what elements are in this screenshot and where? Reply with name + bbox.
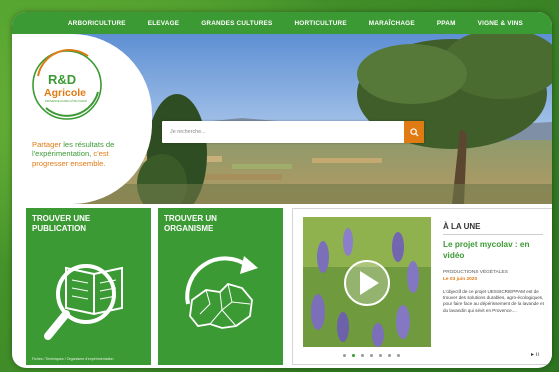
featured-title[interactable]: Le projet mycolav : en vidéo bbox=[443, 239, 552, 261]
carousel-dots bbox=[343, 354, 400, 357]
nav-item-elevage[interactable]: ELEVAGE bbox=[137, 20, 190, 27]
lavender-image bbox=[303, 217, 431, 347]
featured-section: À LA UNE Le projet mycolav : en vidéo PR… bbox=[292, 208, 552, 365]
find-organisme-tile[interactable]: TROUVER UN ORGANISME bbox=[158, 208, 283, 365]
carousel-dot[interactable] bbox=[370, 354, 373, 357]
tile-title: TROUVER UNE PUBLICATION bbox=[32, 214, 91, 233]
search-input[interactable] bbox=[162, 121, 404, 143]
featured-text: L'objectif de ce projet UESSICRIEPPAM es… bbox=[443, 289, 544, 313]
carousel-dot[interactable] bbox=[397, 354, 400, 357]
nav-item-maraichage[interactable]: MARAÎCHAGE bbox=[358, 20, 426, 27]
top-navigation: ARBORICULTURE ELEVAGE GRANDES CULTURES H… bbox=[12, 12, 552, 34]
carousel-dot[interactable] bbox=[343, 354, 346, 357]
nav-item-horticulture[interactable]: HORTICULTURE bbox=[283, 20, 357, 27]
nav-item-vigne-vins[interactable]: VIGNE & VINS bbox=[467, 20, 534, 27]
featured-heading: À LA UNE bbox=[443, 222, 481, 231]
rd-agricole-logo[interactable]: R&D Agricole PROVENCE-ALPES-CÔTE D'AZUR bbox=[28, 46, 106, 124]
region-map-icon bbox=[185, 256, 258, 329]
logo-title: R&D bbox=[48, 72, 76, 87]
search-button[interactable] bbox=[404, 121, 424, 143]
play-pause-control[interactable]: ▸ ıı bbox=[531, 351, 539, 358]
tagline: Partager les résultats de l'expérimentat… bbox=[32, 140, 142, 168]
carousel-dot[interactable] bbox=[388, 354, 391, 357]
magnifier-book-icon bbox=[44, 264, 123, 340]
nav-item-grandes-cultures[interactable]: GRANDES CULTURES bbox=[190, 20, 283, 27]
divider bbox=[443, 234, 543, 235]
find-publication-tile[interactable]: TROUVER UNE PUBLICATION Fiches / Techniq… bbox=[26, 208, 151, 365]
nav-item-ppam[interactable]: PPAM bbox=[426, 20, 467, 27]
browser-page: ARBORICULTURE ELEVAGE GRANDES CULTURES H… bbox=[12, 12, 552, 368]
tagline-part1: Partager bbox=[32, 140, 64, 149]
tile-footer: Fiches / Techniques / Organisme d'expéri… bbox=[32, 357, 114, 361]
carousel-dot[interactable] bbox=[379, 354, 382, 357]
carousel-dot-active[interactable] bbox=[352, 354, 355, 357]
featured-date: Le 03 juin 2020 bbox=[443, 277, 478, 282]
search-bar bbox=[162, 121, 424, 143]
featured-category: PRODUCTIONS VÉGÉTALES bbox=[443, 270, 508, 275]
carousel-dot[interactable] bbox=[361, 354, 364, 357]
logo-subtitle: Agricole bbox=[44, 87, 86, 99]
search-icon bbox=[409, 127, 419, 137]
nav-item-arboriculture[interactable]: ARBORICULTURE bbox=[57, 20, 137, 27]
featured-video[interactable] bbox=[303, 217, 431, 347]
tile-title: TROUVER UN ORGANISME bbox=[164, 214, 217, 233]
